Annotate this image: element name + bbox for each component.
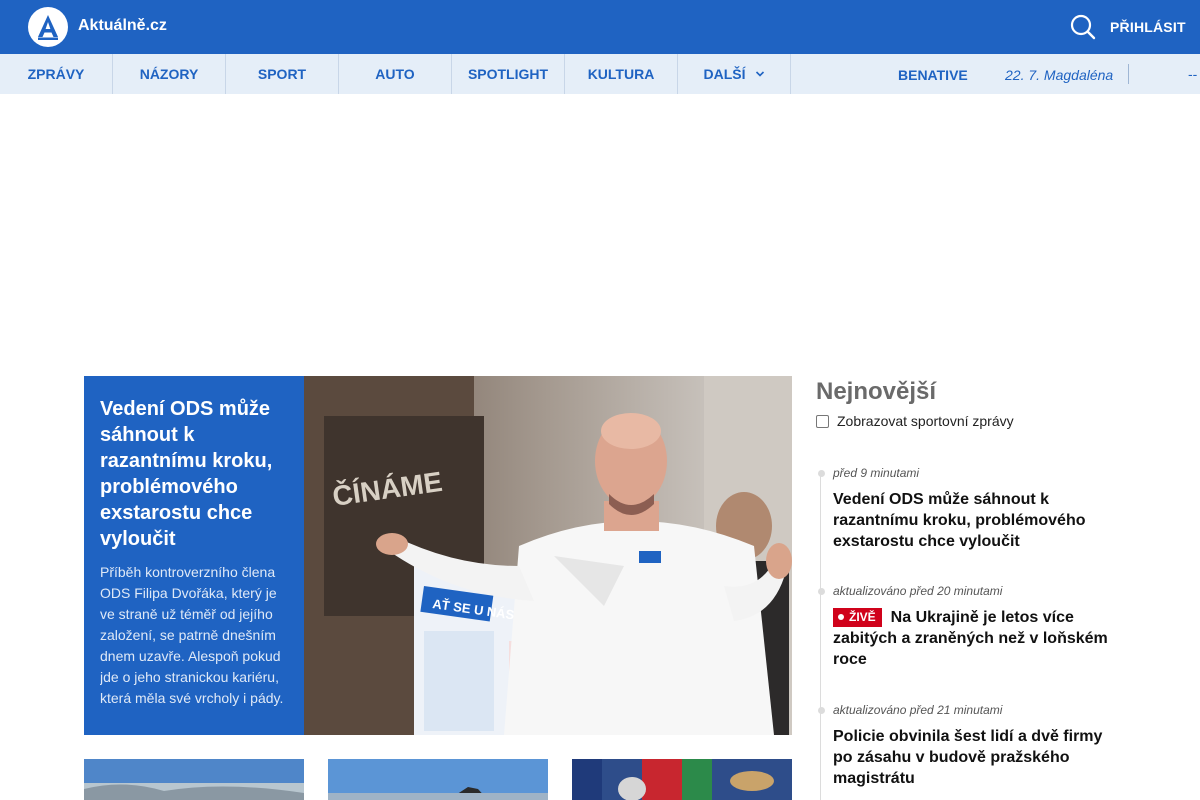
nav-divider [1128,64,1129,84]
main-nav: ZPRÁVY NÁZORY SPORT AUTO SPOTLIGHT KULTU… [0,54,1200,94]
chevron-down-icon [755,71,764,77]
latest-news-headline-wrap[interactable]: ŽIVĚ Na Ukrajině je letos více zabitých … [833,607,1123,670]
hero-title[interactable]: Vedení ODS může sáhnout k razantnímu kro… [100,396,288,552]
sport-news-toggle[interactable]: Zobrazovat sportovní zprávy [816,413,1014,429]
hero-perex: Příběh kontroverzního člena ODS Filipa D… [100,564,284,706]
login-button[interactable]: PŘIHLÁSIT [1110,19,1186,35]
article-thumbnail[interactable] [84,759,304,800]
nav-item-kultura[interactable]: KULTURA [565,54,678,94]
latest-news-time: před 9 minutami [833,466,920,480]
latest-news-time: aktualizováno před 21 minutami [833,703,1003,717]
thumbnail-photo [328,759,548,800]
latest-news-headline[interactable]: Vedení ODS může sáhnout k razantnímu kro… [833,489,1123,552]
nav-trailing-text: -- [1188,66,1198,82]
latest-news-item[interactable]: před 9 minutami Vedení ODS může sáhnout … [818,466,1123,552]
nav-item-zpravy[interactable]: ZPRÁVY [0,54,113,94]
timeline-dot [818,707,825,714]
latest-news-time: aktualizováno před 20 minutami [833,584,1003,598]
hero-article[interactable]: Vedení ODS může sáhnout k razantnímu kro… [84,376,792,735]
sport-news-checkbox[interactable] [816,414,829,428]
top-header: Aktuálně.cz PŘIHLÁSIT [0,0,1200,54]
article-thumbnail[interactable] [328,759,548,800]
latest-news-item[interactable]: aktualizováno před 21 minutami Policie o… [818,703,1123,789]
sport-news-toggle-label[interactable]: Zobrazovat sportovní zprávy [837,413,1014,429]
search-icon[interactable] [1070,14,1096,40]
hero-photo[interactable]: ČÍNÁME AŤ SE U NÁS DOBŘ [304,376,792,735]
thumbnail-photo [84,759,304,800]
timeline-dot [818,470,825,477]
site-name[interactable]: Aktuálně.cz [78,17,167,35]
timeline-line [820,475,821,800]
live-dot-icon [838,614,844,620]
nav-item-dalsi[interactable]: DALŠÍ [678,54,791,94]
nav-item-dalsi-label: DALŠÍ [703,66,746,82]
latest-news-headline[interactable]: Policie obvinila šest lidí a dvě firmy p… [833,726,1123,789]
logo-icon[interactable] [28,7,68,47]
thumbnail-photo [572,759,792,800]
nameday-text: 22. 7. Magdaléna [1005,67,1114,83]
logo-a-glyph [38,15,58,40]
live-badge: ŽIVĚ [833,607,882,627]
hero-photo-illustration: ČÍNÁME AŤ SE U NÁS DOBŘ [304,376,792,735]
nav-item-benative[interactable]: BENATIVE [898,67,968,83]
timeline-dot [818,588,825,595]
nav-item-auto[interactable]: AUTO [339,54,452,94]
article-thumbnail[interactable] [572,759,792,800]
latest-news-item[interactable]: aktualizováno před 20 minutami ŽIVĚ Na U… [818,584,1123,670]
live-badge-label: ŽIVĚ [849,609,876,624]
nav-item-spotlight[interactable]: SPOTLIGHT [452,54,565,94]
nav-item-sport[interactable]: SPORT [226,54,339,94]
hero-text-panel: Vedení ODS může sáhnout k razantnímu kro… [84,376,304,735]
latest-news-title: Nejnovější [816,378,937,405]
nav-item-nazory[interactable]: NÁZORY [113,54,226,94]
